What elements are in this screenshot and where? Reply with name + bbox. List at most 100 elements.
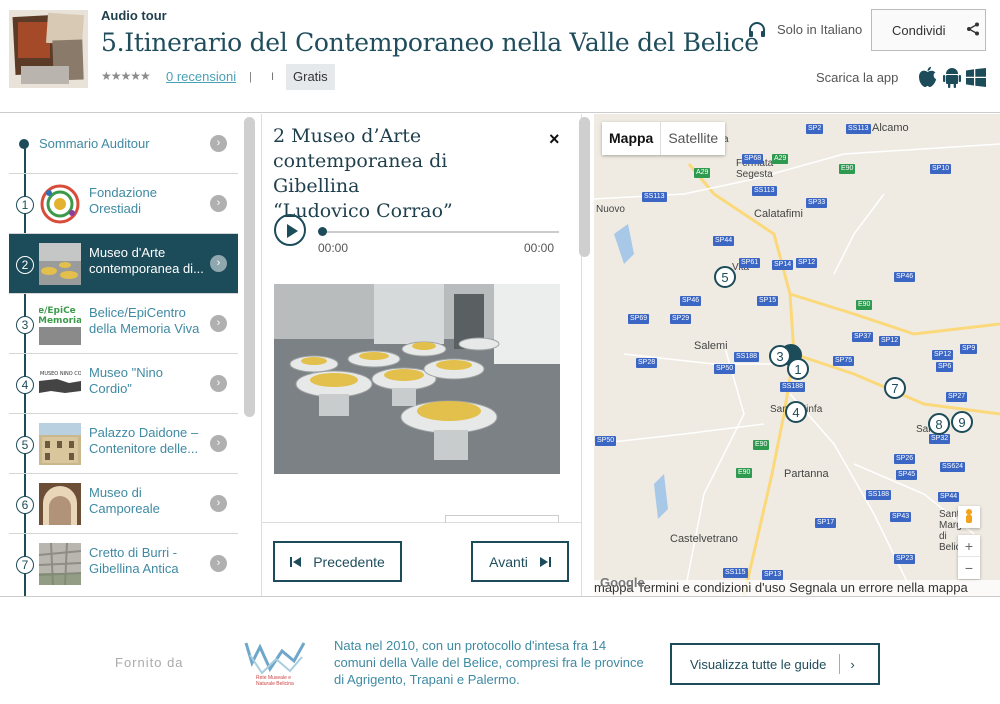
road-shield: SS113 [846, 124, 871, 134]
road-shield: SP45 [896, 470, 918, 480]
next-button[interactable]: Avanti [471, 541, 569, 582]
chevron-right-icon: › [210, 555, 227, 572]
tour-kicker: Audio tour [101, 8, 167, 23]
road-shield: SP50 [595, 436, 617, 446]
stop-number: 5 [16, 436, 34, 454]
close-icon[interactable]: × [549, 129, 560, 150]
road-shield: E90 [839, 164, 856, 174]
road-shield: SP27 [946, 392, 968, 402]
road-shield: SP17 [815, 518, 837, 528]
chevron-right-icon: › [850, 656, 855, 672]
sidebar-item-7[interactable]: 7 Cretto di Burri - Gibellina Antica › [9, 534, 238, 596]
sidebar-scrollbar[interactable] [244, 117, 255, 417]
provider-logo-text: Rete Museale e Naturale Belicina [256, 675, 294, 687]
zoom-control: + − [958, 535, 980, 579]
map-marker[interactable]: 5 [714, 266, 736, 288]
zoom-in-button[interactable]: + [958, 535, 980, 557]
map-type-control: Mappa Satellite [602, 122, 726, 155]
road-shield: SP37 [852, 332, 874, 342]
road-shield: SP12 [932, 350, 954, 360]
windows-icon[interactable] [966, 68, 986, 92]
road-shield: SP46 [894, 272, 916, 282]
road-shield: SP13 [762, 570, 784, 580]
chevron-right-icon: › [210, 135, 227, 152]
road-shield: SS113 [752, 186, 777, 196]
map-town-label: Calatafimi [754, 208, 803, 220]
road-shield: A29 [772, 154, 789, 164]
map-marker[interactable]: 8 [928, 413, 950, 435]
road-shield: SS188 [780, 382, 806, 392]
map[interactable]: Alcamo Fermata Segesta Calatafimi Nuovo … [594, 114, 1000, 596]
stop-title: 2 Museo d’Arte contemporanea di Gibellin… [273, 124, 538, 224]
stop-title-line: “Ludovico Corrao” [273, 200, 453, 222]
price-badge: Gratis [286, 64, 335, 90]
road-shield: SP6 [936, 362, 954, 372]
view-all-guides-button[interactable]: Visualizza tutte le guide › [670, 643, 880, 685]
sidebar-item-1[interactable]: 1 Fondazione Orestiadi › [9, 174, 238, 234]
road-shield: SP75 [833, 356, 855, 366]
map-attribution: mappa Termini e condizioni d'uso Segnala… [594, 580, 1000, 596]
reviews-link[interactable]: 0 recensioni [166, 69, 236, 84]
sidebar-item-5[interactable]: 5 Palazzo Daidone – Contenitore delle...… [9, 414, 238, 474]
road-shield: SP15 [757, 296, 779, 306]
audio-progress-handle[interactable] [318, 227, 327, 236]
stop-thumbnail [39, 543, 81, 585]
share-button[interactable]: Condividi [871, 9, 986, 51]
sidebar-item-label: Belice/EpiCentro della Memoria Viva [89, 305, 200, 336]
road-shield: SP32 [929, 434, 951, 444]
sidebar-item-2[interactable]: 2 Museo d'Arte contemporanea di... › [9, 234, 238, 294]
hidden-button-edge [445, 515, 559, 523]
map-town-label: Salemi [694, 340, 728, 352]
road-shield: SP12 [796, 258, 818, 268]
total-time: 00:00 [524, 241, 555, 255]
sidebar-item-summary[interactable]: Sommario Auditour › [9, 114, 238, 174]
map-marker[interactable]: 3 [769, 345, 791, 367]
sidebar-item-4[interactable]: 4 MUSEO NINO CO Museo "Nino Cordio" › [9, 354, 238, 414]
road-shield: SP10 [930, 164, 952, 174]
map-marker[interactable]: 7 [884, 377, 906, 399]
audio-progress-track[interactable] [320, 231, 559, 233]
tab-satellite[interactable]: Satellite [661, 122, 725, 155]
road-shield: SP50 [714, 364, 736, 374]
get-app-label: Scarica la app [816, 70, 899, 85]
stop-number: 2 [16, 256, 34, 274]
road-shield: SS115 [723, 568, 748, 578]
pegman-icon[interactable] [958, 506, 980, 528]
map-marker[interactable]: 4 [785, 401, 807, 423]
language-label: Solo in Italiano [777, 22, 863, 37]
map-town-label: Nuovo [596, 204, 625, 215]
road-shield: SS188 [866, 490, 892, 500]
map-marker[interactable]: 1 [787, 358, 809, 380]
detail-scrollbar[interactable] [579, 117, 590, 257]
tab-map[interactable]: Mappa [602, 122, 660, 155]
footer: Fornito da Rete Museale e Naturale Belic… [0, 596, 1000, 704]
sidebar-item-6[interactable]: 6 Museo di Camporeale › [9, 474, 238, 534]
button-divider [839, 654, 841, 674]
chevron-right-icon: › [210, 375, 227, 392]
apple-icon[interactable] [918, 66, 937, 93]
road-shield: SP28 [636, 358, 658, 368]
road-shield: SP46 [680, 296, 702, 306]
previous-button[interactable]: Precedente [273, 541, 402, 582]
sidebar-item-label: Museo di Camporeale [89, 485, 160, 516]
play-button[interactable] [274, 214, 306, 246]
stop-title-line: contemporanea di Gibellina [273, 150, 448, 197]
current-time: 00:00 [318, 241, 349, 255]
road-shield: SP68 [742, 154, 764, 164]
road-shield: SP23 [894, 554, 916, 564]
sidebar-item-label: Cretto di Burri - Gibellina Antica [89, 545, 179, 576]
android-icon[interactable] [943, 66, 961, 93]
stop-title-line: 2 Museo d’Arte [273, 125, 422, 147]
share-icon [966, 22, 980, 39]
stop-number: 7 [16, 556, 34, 574]
sidebar-item-3[interactable]: 3 e/EpiCe Memoria Belice/EpiCentro della … [9, 294, 238, 354]
map-marker[interactable]: 9 [951, 411, 973, 433]
zoom-out-button[interactable]: − [958, 557, 980, 579]
road-shield: SP44 [713, 236, 735, 246]
road-shield: SP43 [890, 512, 912, 522]
provider-logo[interactable]: Rete Museale e Naturale Belicina [242, 633, 312, 696]
svg-text:Memoria: Memoria [39, 316, 81, 326]
stop-number: 4 [16, 376, 34, 394]
stop-thumbnail [39, 483, 81, 525]
road-shield: E90 [753, 440, 770, 450]
